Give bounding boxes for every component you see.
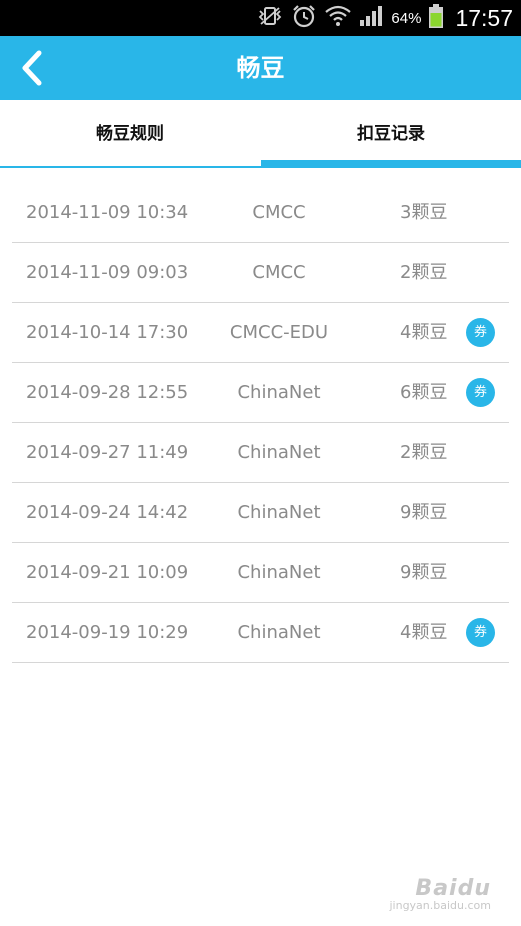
record-row[interactable]: 2014-11-09 10:34 CMCC 3颗豆 [12, 183, 509, 243]
record-network: ChinaNet [237, 622, 321, 643]
records-list: 2014-11-09 10:34 CMCC 3颗豆 2014-11-09 09:… [12, 183, 509, 663]
title-bar: 畅豆 [0, 36, 521, 100]
page-title: 畅豆 [236, 54, 285, 82]
baidu-watermark: Baidu jingyan.baidu.com [389, 876, 491, 912]
status-time: 17:57 [455, 4, 513, 31]
record-beans: 3颗豆 [400, 202, 448, 223]
tab-bar: 畅豆规则 扣豆记录 [0, 100, 521, 168]
chevron-left-icon [22, 50, 42, 86]
coupon-badge[interactable]: 券 [466, 378, 495, 407]
alarm-icon [291, 4, 317, 32]
record-datetime: 2014-09-28 12:55 [26, 382, 189, 403]
vibrate-icon [257, 6, 283, 30]
record-network: CMCC-EDU [229, 322, 329, 343]
status-bar: 64% 17:57 [0, 0, 521, 36]
record-network: ChinaNet [237, 382, 321, 403]
record-network: CMCC [252, 262, 306, 283]
tab-rules[interactable]: 畅豆规则 [0, 100, 260, 168]
record-datetime: 2014-10-14 17:30 [26, 322, 189, 343]
record-datetime: 2014-09-19 10:29 [26, 622, 189, 643]
record-row[interactable]: 2014-09-21 10:09 ChinaNet 9颗豆 [12, 543, 509, 603]
coupon-badge[interactable]: 券 [466, 618, 495, 647]
record-beans: 6颗豆 [400, 382, 448, 403]
record-network: CMCC [252, 202, 306, 223]
record-beans: 9颗豆 [400, 562, 448, 583]
record-row[interactable]: 2014-09-19 10:29 ChinaNet 4颗豆 券 [12, 603, 509, 663]
record-datetime: 2014-09-27 11:49 [26, 442, 189, 463]
record-beans: 4颗豆 [400, 322, 448, 343]
tab-active-indicator [261, 160, 521, 168]
watermark-logo: Baidu [415, 876, 491, 901]
battery-percent: 64% [391, 9, 422, 27]
watermark-url: jingyan.baidu.com [389, 899, 491, 912]
record-network: ChinaNet [237, 442, 321, 463]
signal-icon [359, 5, 383, 31]
record-beans: 2颗豆 [400, 262, 448, 283]
record-datetime: 2014-11-09 10:34 [26, 202, 189, 223]
record-network: ChinaNet [237, 502, 321, 523]
record-beans: 2颗豆 [400, 442, 448, 463]
back-button[interactable] [8, 44, 56, 92]
record-row[interactable]: 2014-09-28 12:55 ChinaNet 6颗豆 券 [12, 363, 509, 423]
status-icons: 64% 17:57 [257, 0, 513, 36]
record-row[interactable]: 2014-10-14 17:30 CMCC-EDU 4颗豆 券 [12, 303, 509, 363]
screen: 64% 17:57 畅豆 畅豆规则 扣豆记录 2014-11-09 10:34 … [0, 0, 521, 926]
coupon-badge[interactable]: 券 [466, 318, 495, 347]
tab-records[interactable]: 扣豆记录 [261, 100, 521, 168]
record-row[interactable]: 2014-11-09 09:03 CMCC 2颗豆 [12, 243, 509, 303]
battery-icon [429, 4, 444, 32]
record-row[interactable]: 2014-09-24 14:42 ChinaNet 9颗豆 [12, 483, 509, 543]
record-datetime: 2014-09-24 14:42 [26, 502, 189, 523]
record-datetime: 2014-11-09 09:03 [26, 262, 189, 283]
record-beans: 9颗豆 [400, 502, 448, 523]
record-datetime: 2014-09-21 10:09 [26, 562, 189, 583]
record-beans: 4颗豆 [400, 622, 448, 643]
record-row[interactable]: 2014-09-27 11:49 ChinaNet 2颗豆 [12, 423, 509, 483]
wifi-icon [325, 5, 352, 31]
record-network: ChinaNet [237, 562, 321, 583]
